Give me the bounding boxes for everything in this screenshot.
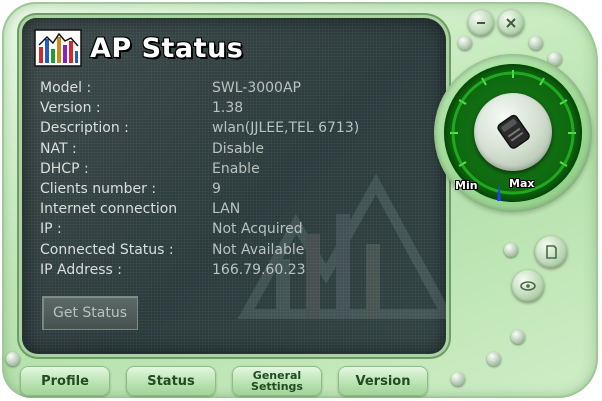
info-row-dhcp: DHCP : Enable (40, 159, 440, 179)
minimize-button[interactable] (468, 10, 494, 36)
info-value: LAN (212, 201, 241, 218)
info-value: 9 (212, 181, 221, 198)
tab-general-settings[interactable]: General Settings (232, 366, 322, 396)
info-label: NAT : (40, 140, 77, 157)
eye-round-button[interactable] (512, 270, 544, 302)
info-row-clients: Clients number : 9 (40, 179, 440, 199)
info-value: SWL-3000AP (212, 80, 301, 97)
info-row-version: Version : 1.38 (40, 98, 440, 118)
page-icon (546, 245, 557, 259)
close-icon (506, 18, 516, 28)
info-row-internet: Internet connection LAN (40, 199, 440, 219)
status-panel: AP Status Model : SWL-3000AP Version : 1… (22, 18, 446, 354)
bar-chart-logo-icon (34, 29, 82, 67)
tab-version[interactable]: Version (338, 366, 428, 396)
info-row-nat: NAT : Disable (40, 139, 440, 159)
page-title: AP Status (90, 32, 244, 64)
info-label: DHCP : (40, 160, 89, 177)
gauge-needle (497, 183, 501, 201)
info-label: IP : (40, 221, 62, 238)
info-value: 166.79.60.23 (212, 261, 306, 278)
info-row-connected-status: Connected Status : Not Available (40, 240, 440, 260)
decorative-stud (451, 372, 465, 386)
info-label: Model : (40, 80, 92, 97)
info-row-ip-address: IP Address : 166.79.60.23 (40, 260, 440, 280)
info-label: Description : (40, 120, 129, 137)
decorative-stud (504, 243, 518, 257)
decorative-stud (458, 36, 472, 50)
info-label: Internet connection (40, 201, 178, 218)
info-value: Not Available (212, 241, 305, 258)
info-list: Model : SWL-3000AP Version : 1.38 Descri… (40, 78, 440, 280)
info-value: Disable (212, 140, 264, 157)
info-row-description: Description : wlan(JJLEE,TEL 6713) (40, 118, 440, 138)
info-value: wlan(JJLEE,TEL 6713) (212, 120, 360, 137)
settings-round-button[interactable] (535, 236, 567, 268)
gauge-max-label: Max (509, 177, 535, 190)
info-value: 1.38 (212, 100, 244, 117)
info-value: Not Acquired (212, 221, 303, 238)
info-label: Version : (40, 100, 101, 117)
wireless-device-icon (497, 114, 530, 149)
tab-general-settings-line2: Settings (251, 380, 303, 393)
get-status-button[interactable]: Get Status (42, 296, 138, 330)
gauge-min-label: Min (455, 179, 478, 192)
close-button[interactable] (498, 10, 524, 36)
decorative-stud (487, 352, 501, 366)
info-label: Connected Status : (40, 241, 174, 258)
info-label: Clients number : (40, 181, 157, 198)
info-row-ip: IP : Not Acquired (40, 219, 440, 239)
eye-icon (520, 281, 536, 291)
decorative-stud (511, 330, 525, 344)
info-row-model: Model : SWL-3000AP (40, 78, 440, 98)
decorative-stud (529, 36, 543, 50)
decorative-stud (6, 352, 20, 366)
tab-profile[interactable]: Profile (20, 366, 110, 396)
minimize-icon (477, 22, 485, 24)
info-value: Enable (212, 160, 260, 177)
info-label: IP Address : (40, 261, 122, 278)
tab-status[interactable]: Status (126, 366, 216, 396)
